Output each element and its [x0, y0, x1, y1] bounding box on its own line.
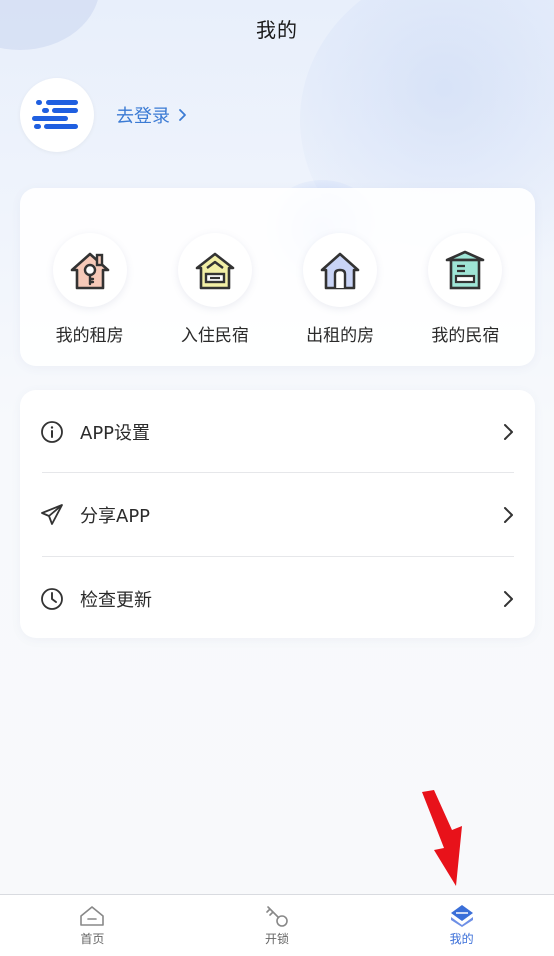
quick-action-my-rental[interactable]: 我的租房 — [35, 233, 145, 346]
clock-icon — [41, 587, 63, 610]
building-icon — [446, 250, 485, 290]
quick-action-label: 我的民宿 — [431, 326, 500, 346]
tab-unlock[interactable]: 开锁 — [185, 895, 370, 956]
tab-label: 首页 — [80, 932, 105, 946]
quick-action-label: 我的租房 — [55, 326, 124, 346]
paper-plane-icon — [41, 503, 63, 525]
tab-label: 开锁 — [265, 932, 290, 946]
settings-menu-card: APP设置 分享APP 检查更新 — [20, 390, 535, 638]
house-key-icon — [70, 252, 109, 290]
red-arrow-annotation-icon — [422, 790, 462, 886]
menu-item-check-update[interactable]: 检查更新 — [20, 557, 535, 640]
chevron-right-icon — [504, 590, 513, 607]
house-checkin-icon — [195, 252, 235, 290]
profile-section: 去登录 — [20, 78, 187, 152]
tab-home[interactable]: 首页 — [0, 895, 185, 956]
menu-item-app-settings[interactable]: APP设置 — [20, 390, 535, 473]
quick-action-my-homestay[interactable]: 我的民宿 — [410, 233, 520, 346]
avatar[interactable] — [20, 78, 94, 152]
bottom-tab-bar: 首页 开锁 我的 — [0, 894, 554, 956]
chevron-right-icon — [504, 423, 513, 440]
login-link[interactable]: 去登录 — [116, 102, 187, 128]
home-icon — [80, 906, 105, 926]
login-label: 去登录 — [116, 106, 170, 127]
chevron-right-icon — [504, 506, 513, 523]
tab-label: 我的 — [449, 932, 474, 946]
quick-action-checkin-homestay[interactable]: 入住民宿 — [160, 233, 270, 346]
logo-speed-lines-icon — [32, 100, 78, 129]
key-icon — [266, 906, 288, 927]
page-title: 我的 — [256, 18, 298, 42]
quick-action-rented-out[interactable]: 出租的房 — [285, 233, 395, 346]
chevron-right-icon — [179, 109, 186, 121]
quick-actions-card: 我的租房 入住民宿 出租的房 我的民宿 — [20, 188, 535, 366]
tab-mine[interactable]: 我的 — [369, 895, 554, 956]
info-circle-icon — [41, 420, 63, 443]
quick-action-label: 出租的房 — [306, 326, 375, 346]
menu-item-share-app[interactable]: 分享APP — [20, 473, 535, 556]
profile-diamond-icon — [450, 905, 473, 927]
menu-item-label: 检查更新 — [80, 589, 152, 611]
house-door-icon — [320, 252, 360, 290]
quick-action-label: 入住民宿 — [180, 326, 249, 346]
menu-item-label: APP设置 — [80, 422, 151, 444]
menu-item-label: 分享APP — [80, 505, 151, 527]
